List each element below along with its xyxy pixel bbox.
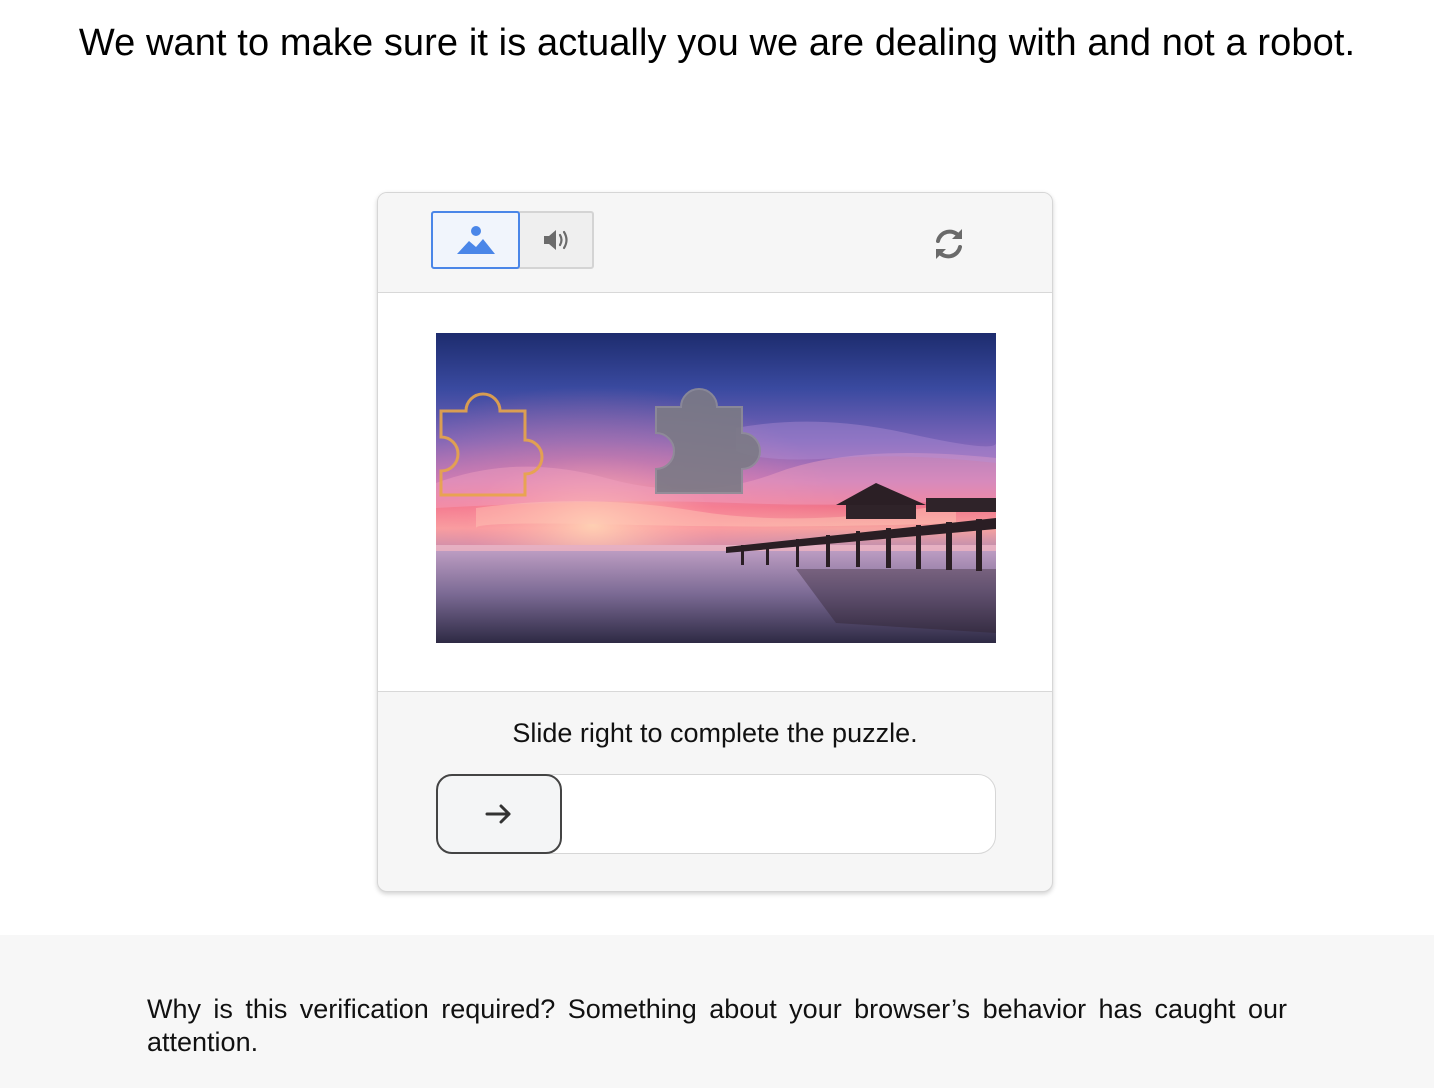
arrow-right-icon [485,804,511,824]
footer: Why is this verification required? Somet… [0,935,1434,1088]
refresh-button[interactable] [928,223,970,265]
captcha-mode-toggle [431,211,594,269]
slider-instruction: Slide right to complete the puzzle. [512,718,918,748]
image-mode-button[interactable] [431,211,520,269]
audio-mode-button[interactable] [522,211,594,269]
speaker-icon [544,230,568,250]
captcha-widget: Slide right to complete the puzzle. [377,192,1053,892]
captcha-header [378,193,1052,293]
captcha-body [378,293,1052,692]
page-headline: We want to make sure it is actually you … [78,22,1356,64]
verification-page: We want to make sure it is actually you … [0,0,1434,1088]
image-mountain-icon [456,226,495,254]
slider-handle[interactable] [436,774,562,854]
refresh-icon [936,229,962,259]
verification-reason-text: Why is this verification required? Somet… [147,994,1287,1057]
puzzle-image [436,333,996,643]
